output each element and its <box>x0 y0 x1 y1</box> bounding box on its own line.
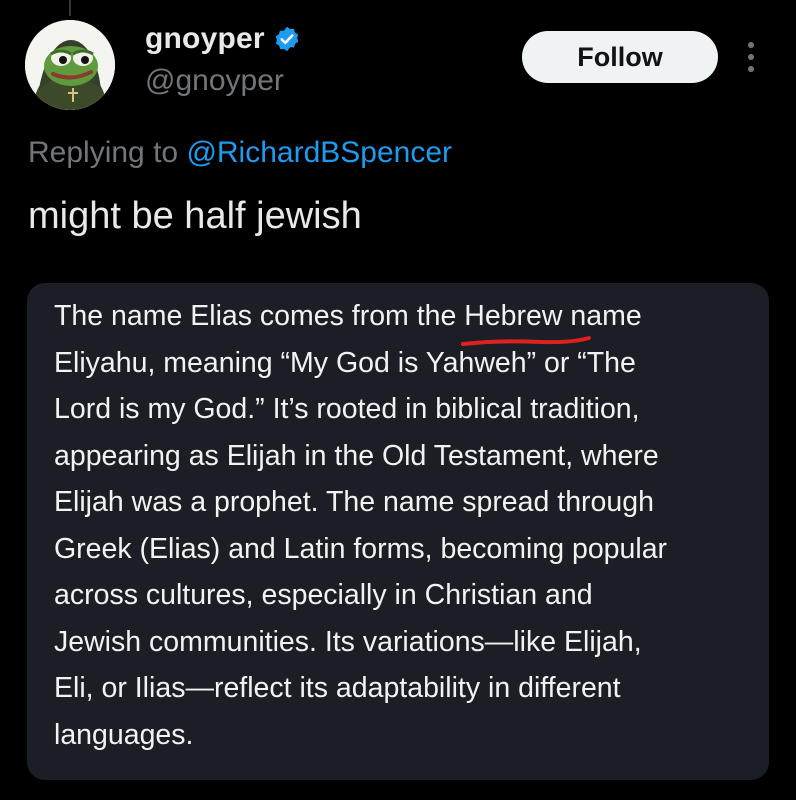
quote-line: appearing as Elijah in the Old Testament… <box>54 439 659 472</box>
replying-to-line: Replying to @RichardBSpencer <box>28 136 452 170</box>
quote-line: Elijah was a prophet. The name spread th… <box>54 486 654 518</box>
quote-line: The name Elias comes from the Hebrew nam… <box>54 293 739 346</box>
quote-line: Jewish communities. Its variations—like … <box>54 625 642 658</box>
display-name[interactable]: gnoyper <box>145 22 265 56</box>
quote-line: Eli, or Ilias—reflect its adaptability i… <box>54 672 621 704</box>
quote-line: Lord is my God.” It’s rooted in biblical… <box>54 393 640 425</box>
quote-line: Greek (Elias) and Latin forms, becoming … <box>54 532 668 565</box>
highlighted-word-text: Hebrew <box>464 300 563 332</box>
replying-to-prefix: Replying to <box>28 136 179 169</box>
user-handle[interactable]: @gnoyper <box>145 64 284 98</box>
follow-button[interactable]: Follow <box>522 31 718 83</box>
thread-connector-line <box>69 0 71 16</box>
more-vertical-icon[interactable] <box>744 40 758 74</box>
frog-avatar-icon <box>25 20 115 110</box>
reply-mention-link[interactable]: @RichardBSpencer <box>186 136 452 169</box>
quote-line: across cultures, especially in Christian… <box>54 579 593 611</box>
quote-line: languages. <box>54 718 194 751</box>
verified-badge-icon <box>273 25 301 53</box>
quoted-text-card[interactable]: The name Elias comes from the Hebrew nam… <box>27 283 769 780</box>
quote-line: Eliyahu, meaning “My God is Yahweh” or “… <box>54 346 636 379</box>
avatar[interactable] <box>25 20 115 110</box>
tweet-text: might be half jewish <box>28 195 362 237</box>
quote-line-1-end: name <box>562 300 642 332</box>
quote-line-1-start: The name Elias comes from the <box>54 300 465 332</box>
quoted-text-body: The name Elias comes from the Hebrew nam… <box>54 293 739 758</box>
highlighted-word: Hebrew <box>461 293 592 346</box>
display-name-row: gnoyper <box>145 22 301 56</box>
red-underline-icon <box>461 335 592 346</box>
